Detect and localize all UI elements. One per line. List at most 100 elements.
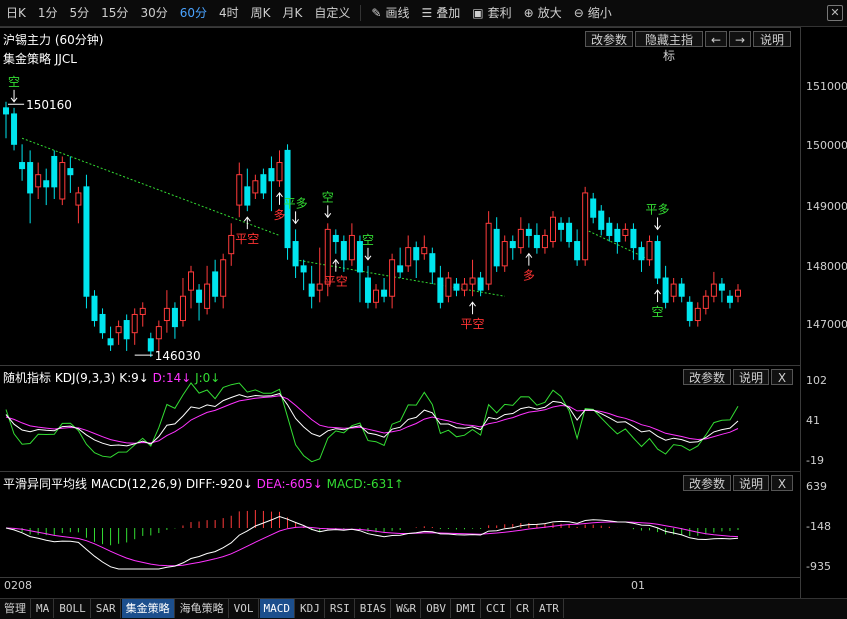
price-axis-label: 147000 (806, 318, 847, 331)
candle-body (308, 283, 315, 297)
candle-body (67, 168, 74, 176)
candle-body (606, 222, 613, 236)
candle-body (91, 295, 98, 322)
indicator-tab[interactable]: BOLL (55, 599, 91, 618)
period-tabs: 日K 1分 5分 15分 30分 60分 4时 周K 月K 自定义 (0, 0, 356, 26)
macd-dea-line (5, 521, 739, 567)
candle-body (694, 307, 701, 322)
candle-body (204, 283, 211, 309)
indicator-tab[interactable]: 管理 (0, 599, 31, 618)
period-tab[interactable]: 周K (245, 0, 277, 26)
candle-body (35, 174, 42, 188)
period-tab[interactable]: 5分 (64, 0, 96, 26)
arbitrage-button[interactable]: ▣ 套利 (466, 0, 517, 26)
candle-body (43, 180, 50, 188)
period-tab[interactable]: 15分 (95, 0, 134, 26)
right-axis (800, 27, 847, 598)
candle-body (485, 222, 492, 285)
candle-body (3, 107, 9, 115)
period-tab[interactable]: 4时 (213, 0, 245, 26)
indicator-tab[interactable]: BIAS (356, 599, 392, 618)
candle-body (292, 241, 299, 267)
indicator-tab[interactable]: 集金策略 (121, 599, 175, 618)
kdj-axis-label: 41 (806, 414, 820, 427)
indicator-tab[interactable]: SAR (92, 599, 121, 618)
signal-label: 平多 (646, 202, 670, 216)
signal-label: 平多 (284, 196, 308, 210)
candle-body (533, 234, 540, 249)
pencil-icon: ✎ (371, 6, 382, 20)
indicator-tab[interactable]: KDJ (296, 599, 325, 618)
candle-body (19, 162, 26, 170)
signal-label: 平空 (461, 317, 485, 331)
candle-body (228, 234, 235, 255)
candle-body (493, 228, 500, 267)
candle-body (220, 259, 227, 297)
indicator-tab[interactable]: CCI (482, 599, 511, 618)
draw-line-button[interactable]: ✎ 画线 (365, 0, 415, 26)
low-price-label: 146030 (155, 349, 201, 363)
indicator-tab[interactable]: CR (512, 599, 534, 618)
candle-body (59, 162, 66, 200)
candle-body (445, 277, 452, 297)
macd-axis-label: 639 (806, 480, 827, 493)
candle-body (244, 186, 251, 206)
candlestick-chart: 150160146030空平多多空空平空平空 多平空平多空 (3, 75, 741, 363)
candle-body (654, 241, 661, 279)
indicator-tab[interactable]: DMI (452, 599, 481, 618)
candle-body (630, 228, 637, 249)
indicator-tab[interactable]: MA (32, 599, 55, 618)
candle-body (11, 113, 18, 145)
candle-body (614, 228, 621, 243)
period-tab[interactable]: 1分 (32, 0, 64, 26)
candle-body (541, 234, 548, 249)
indicator-tab[interactable]: 海龟策略 (176, 599, 229, 618)
kdj-axis-label: -19 (806, 454, 824, 467)
candle-body (147, 338, 154, 352)
indicator-tab[interactable]: MACD (259, 599, 295, 618)
candle-body (99, 313, 106, 334)
candle-body (461, 283, 468, 291)
candle-body (477, 277, 484, 291)
candle-body (364, 277, 371, 303)
candle-body (276, 162, 283, 182)
candle-body (340, 241, 347, 261)
period-tab[interactable]: 月K (277, 0, 309, 26)
zoom-out-button[interactable]: ⊖ 缩小 (568, 0, 618, 26)
period-tab[interactable]: 自定义 (308, 0, 356, 26)
time-axis (0, 577, 800, 598)
period-tab[interactable]: 60分 (174, 0, 213, 26)
candle-body (300, 265, 307, 273)
time-label-start: 0208 (4, 579, 32, 592)
macd-axis-label: -935 (806, 560, 831, 573)
candle-body (702, 295, 709, 309)
candle-body (373, 289, 380, 303)
candle-body (421, 247, 428, 255)
candle-body (735, 289, 741, 297)
candle-body (397, 265, 404, 273)
candle-body (718, 283, 725, 291)
candle-body (574, 241, 581, 261)
candle-body (509, 241, 516, 249)
indicator-tab[interactable]: ATR (535, 599, 564, 618)
indicator-tab[interactable]: OBV (422, 599, 451, 618)
candle-body (501, 241, 508, 267)
candle-body (236, 174, 243, 206)
candle-body (252, 180, 259, 194)
overlay-button[interactable]: ☰ 叠加 (415, 0, 466, 26)
candle-body (51, 155, 58, 188)
period-tab[interactable]: 30分 (134, 0, 173, 26)
candle-body (622, 228, 629, 236)
signal-label: 空 (362, 233, 374, 247)
layers-icon: ☰ (421, 6, 433, 20)
candle-body (453, 283, 460, 291)
indicator-tab[interactable]: W&R (392, 599, 422, 618)
candle-body (469, 277, 476, 285)
indicator-tab[interactable]: RSI (326, 599, 355, 618)
zoom-in-button[interactable]: ⊕ 放大 (518, 0, 568, 26)
period-tab[interactable]: 日K (0, 0, 32, 26)
signal-label: 平空 (324, 275, 348, 289)
close-icon[interactable]: ✕ (827, 5, 843, 21)
price-axis-label: 149000 (806, 200, 847, 213)
indicator-tab[interactable]: VOL (230, 599, 259, 618)
